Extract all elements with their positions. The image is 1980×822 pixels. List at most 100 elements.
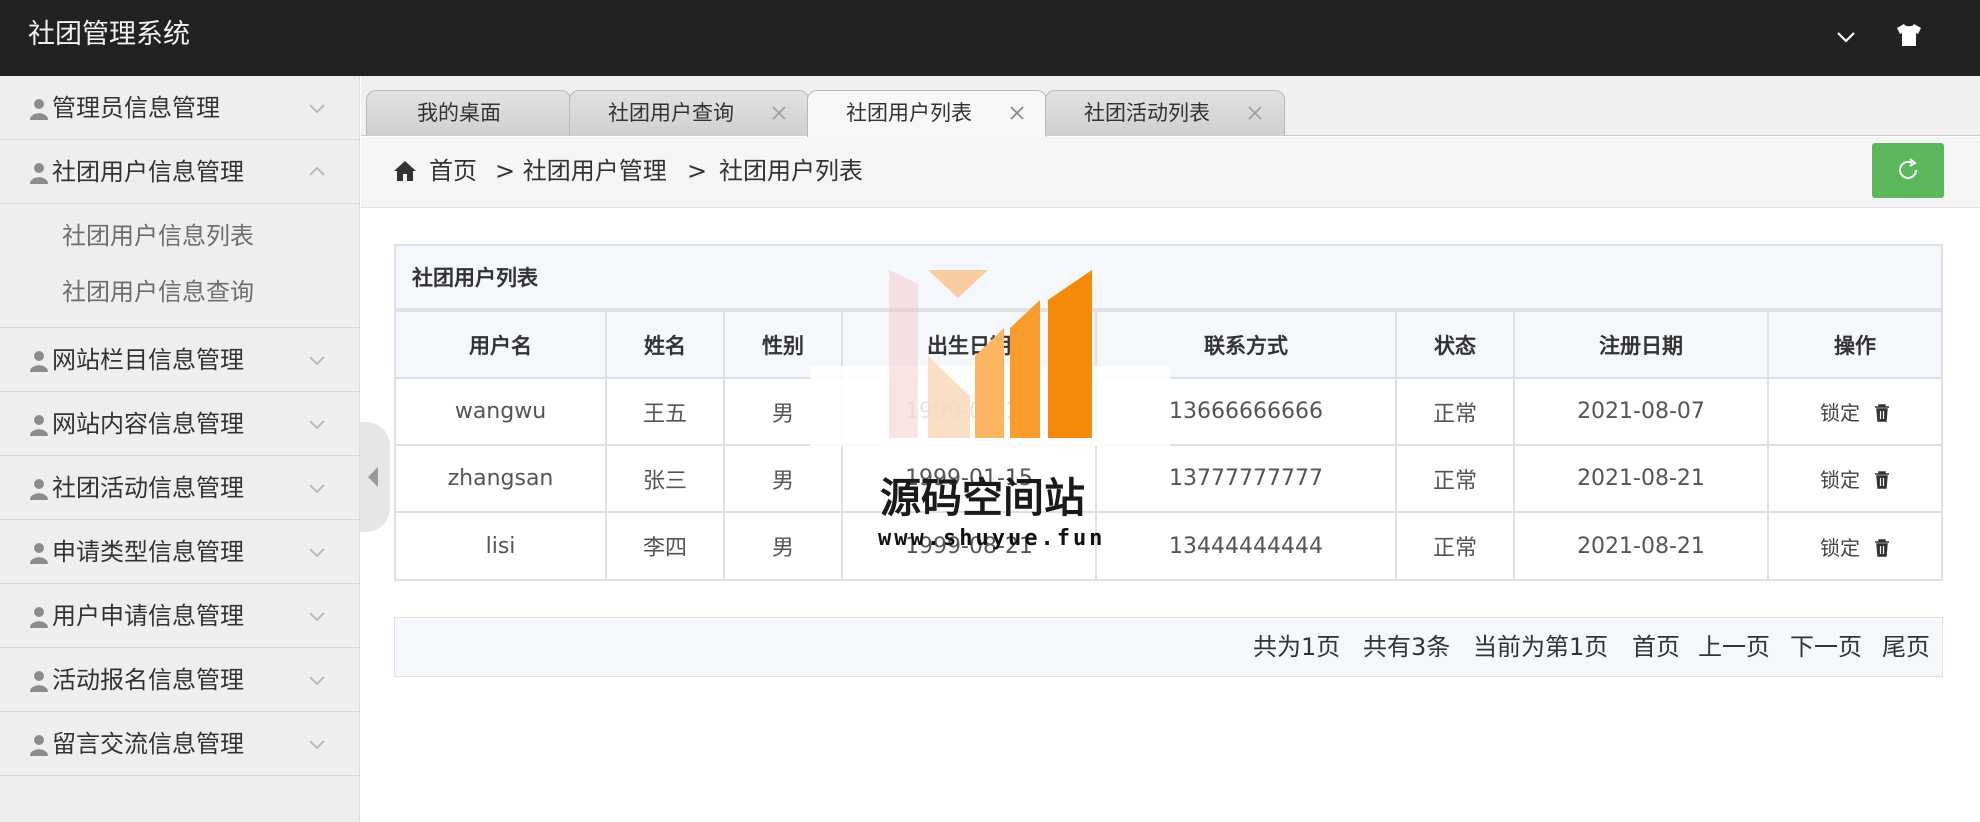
lock-link[interactable]: 锁定 bbox=[1820, 468, 1860, 492]
chevron-down-icon[interactable] bbox=[1832, 22, 1860, 50]
cell-gender: 男 bbox=[723, 377, 843, 446]
close-icon[interactable] bbox=[768, 102, 790, 124]
cell-username: wangwu bbox=[396, 377, 607, 446]
pagination-total-records: 共有3条 bbox=[1363, 633, 1451, 661]
trash-icon[interactable] bbox=[1874, 538, 1890, 557]
user-icon bbox=[30, 99, 48, 120]
chevron-down-icon bbox=[309, 484, 325, 494]
cell-status: 正常 bbox=[1395, 444, 1515, 513]
tab-label: 我的桌面 bbox=[417, 101, 501, 125]
user-icon bbox=[30, 351, 48, 372]
cell-name: 王五 bbox=[605, 377, 725, 446]
sidebar-item-club-users[interactable]: 社团用户信息管理 bbox=[0, 140, 359, 204]
sidebar-item-site-columns[interactable]: 网站栏目信息管理 bbox=[0, 328, 359, 392]
tab-label: 社团用户查询 bbox=[608, 101, 734, 125]
cell-name: 李四 bbox=[605, 511, 725, 579]
cell-phone: 13666666666 bbox=[1095, 377, 1397, 446]
user-list-panel: 社团用户列表 用户名 姓名 性别 出生日期 联系方式 状态 注册日期 操作 wa… bbox=[394, 244, 1943, 581]
pagination-prev-link[interactable]: 上一页 bbox=[1698, 618, 1770, 676]
cell-name: 张三 bbox=[605, 444, 725, 513]
tab-user-list[interactable]: 社团用户列表 bbox=[807, 90, 1047, 137]
sidebar-item-messages[interactable]: 留言交流信息管理 bbox=[0, 712, 359, 776]
cell-phone: 13444444444 bbox=[1095, 511, 1397, 579]
tshirt-icon[interactable] bbox=[1894, 20, 1924, 50]
sidebar-subitem-user-list[interactable]: 社团用户信息列表 bbox=[0, 208, 359, 264]
tab-activity-list[interactable]: 社团活动列表 bbox=[1045, 90, 1285, 136]
sidebar-item-label: 网站栏目信息管理 bbox=[52, 346, 244, 374]
cell-birth-date: 1999-01-15 bbox=[841, 377, 1097, 446]
sidebar-item-label: 网站内容信息管理 bbox=[52, 410, 244, 438]
cell-actions: 锁定 bbox=[1767, 444, 1941, 513]
cell-register-date: 2021-08-21 bbox=[1513, 444, 1769, 513]
sidebar-item-admin[interactable]: 管理员信息管理 bbox=[0, 76, 359, 140]
breadcrumb-current: 社团用户列表 bbox=[719, 157, 863, 185]
table-row: zhangsan 张三 男 1999-01-15 13777777777 正常 … bbox=[396, 444, 1941, 513]
pagination-current-page: 当前为第1页 bbox=[1473, 633, 1609, 661]
lock-link[interactable]: 锁定 bbox=[1820, 401, 1860, 425]
sidebar-item-club-activities[interactable]: 社团活动信息管理 bbox=[0, 456, 359, 520]
user-icon bbox=[30, 479, 48, 500]
chevron-down-icon bbox=[309, 740, 325, 750]
close-icon[interactable] bbox=[1006, 102, 1028, 124]
cell-username: lisi bbox=[396, 511, 607, 579]
sidebar-item-label: 活动报名信息管理 bbox=[52, 666, 244, 694]
column-header: 姓名 bbox=[605, 310, 725, 379]
table-header-row: 用户名 姓名 性别 出生日期 联系方式 状态 注册日期 操作 bbox=[396, 310, 1941, 379]
cell-phone: 13777777777 bbox=[1095, 444, 1397, 513]
chevron-down-icon bbox=[309, 676, 325, 686]
lock-link[interactable]: 锁定 bbox=[1820, 536, 1860, 560]
breadcrumb: 首页 > 社团用户管理 > 社团用户列表 bbox=[361, 137, 1980, 208]
cell-status: 正常 bbox=[1395, 377, 1515, 446]
cell-gender: 男 bbox=[723, 511, 843, 579]
user-icon bbox=[30, 163, 48, 184]
table-row: wangwu 王五 男 1999-01-15 13666666666 正常 20… bbox=[396, 377, 1941, 446]
pagination-total-pages: 共为1页 bbox=[1253, 633, 1341, 661]
pagination-next-link[interactable]: 下一页 bbox=[1790, 618, 1862, 676]
breadcrumb-separator: > bbox=[687, 157, 708, 185]
sidebar-item-activity-signups[interactable]: 活动报名信息管理 bbox=[0, 648, 359, 712]
tab-user-query[interactable]: 社团用户查询 bbox=[569, 90, 809, 136]
breadcrumb-club-user-management[interactable]: > 社团用户管理 bbox=[495, 137, 667, 205]
tab-label: 社团活动列表 bbox=[1084, 101, 1210, 125]
user-icon bbox=[30, 607, 48, 628]
chevron-down-icon bbox=[309, 548, 325, 558]
table-row: lisi 李四 男 1999-08-21 13444444444 正常 2021… bbox=[396, 511, 1941, 579]
cell-register-date: 2021-08-07 bbox=[1513, 377, 1769, 446]
sidebar-item-label: 管理员信息管理 bbox=[52, 94, 220, 122]
sidebar-item-label: 申请类型信息管理 bbox=[52, 538, 244, 566]
pagination-last-link[interactable]: 尾页 bbox=[1882, 618, 1930, 676]
user-icon bbox=[30, 543, 48, 564]
sidebar-item-site-content[interactable]: 网站内容信息管理 bbox=[0, 392, 359, 456]
sidebar-subitem-user-query[interactable]: 社团用户信息查询 bbox=[0, 264, 359, 320]
pagination-first-link[interactable]: 首页 bbox=[1632, 618, 1680, 676]
sidebar-collapse-handle[interactable] bbox=[360, 422, 390, 532]
cell-actions: 锁定 bbox=[1767, 511, 1941, 579]
chevron-up-icon bbox=[309, 166, 325, 176]
refresh-button[interactable] bbox=[1872, 143, 1944, 198]
sidebar-item-user-applications[interactable]: 用户申请信息管理 bbox=[0, 584, 359, 648]
user-table: 用户名 姓名 性别 出生日期 联系方式 状态 注册日期 操作 wangwu 王五… bbox=[396, 310, 1941, 579]
caret-left-icon bbox=[368, 467, 378, 487]
sidebar-item-application-types[interactable]: 申请类型信息管理 bbox=[0, 520, 359, 584]
cell-username: zhangsan bbox=[396, 444, 607, 513]
column-header: 联系方式 bbox=[1095, 310, 1397, 379]
user-icon bbox=[30, 671, 48, 692]
sidebar-submenu: 社团用户信息列表 社团用户信息查询 bbox=[0, 208, 359, 328]
tab-strip: 我的桌面 社团用户查询 社团用户列表 社团活动列表 bbox=[361, 76, 1980, 137]
column-header: 用户名 bbox=[396, 310, 607, 379]
cell-status: 正常 bbox=[1395, 511, 1515, 579]
chevron-down-icon bbox=[309, 104, 325, 114]
sidebar-menu: 管理员信息管理 社团用户信息管理 社团用户信息列表 社团用户信息查询 网站栏目信… bbox=[0, 76, 360, 822]
top-bar: 社团管理系统 bbox=[0, 0, 1980, 76]
tab-desktop[interactable]: 我的桌面 bbox=[366, 90, 571, 136]
breadcrumb-home[interactable]: 首页 bbox=[429, 137, 477, 205]
cell-birth-date: 1999-08-21 bbox=[841, 511, 1097, 579]
close-icon[interactable] bbox=[1244, 102, 1266, 124]
column-header: 注册日期 bbox=[1513, 310, 1769, 379]
trash-icon[interactable] bbox=[1874, 471, 1890, 489]
refresh-icon bbox=[1899, 158, 1917, 179]
trash-icon[interactable] bbox=[1874, 404, 1890, 422]
cell-birth-date: 1999-01-15 bbox=[841, 444, 1097, 513]
column-header: 状态 bbox=[1395, 310, 1515, 379]
chevron-down-icon bbox=[309, 356, 325, 366]
